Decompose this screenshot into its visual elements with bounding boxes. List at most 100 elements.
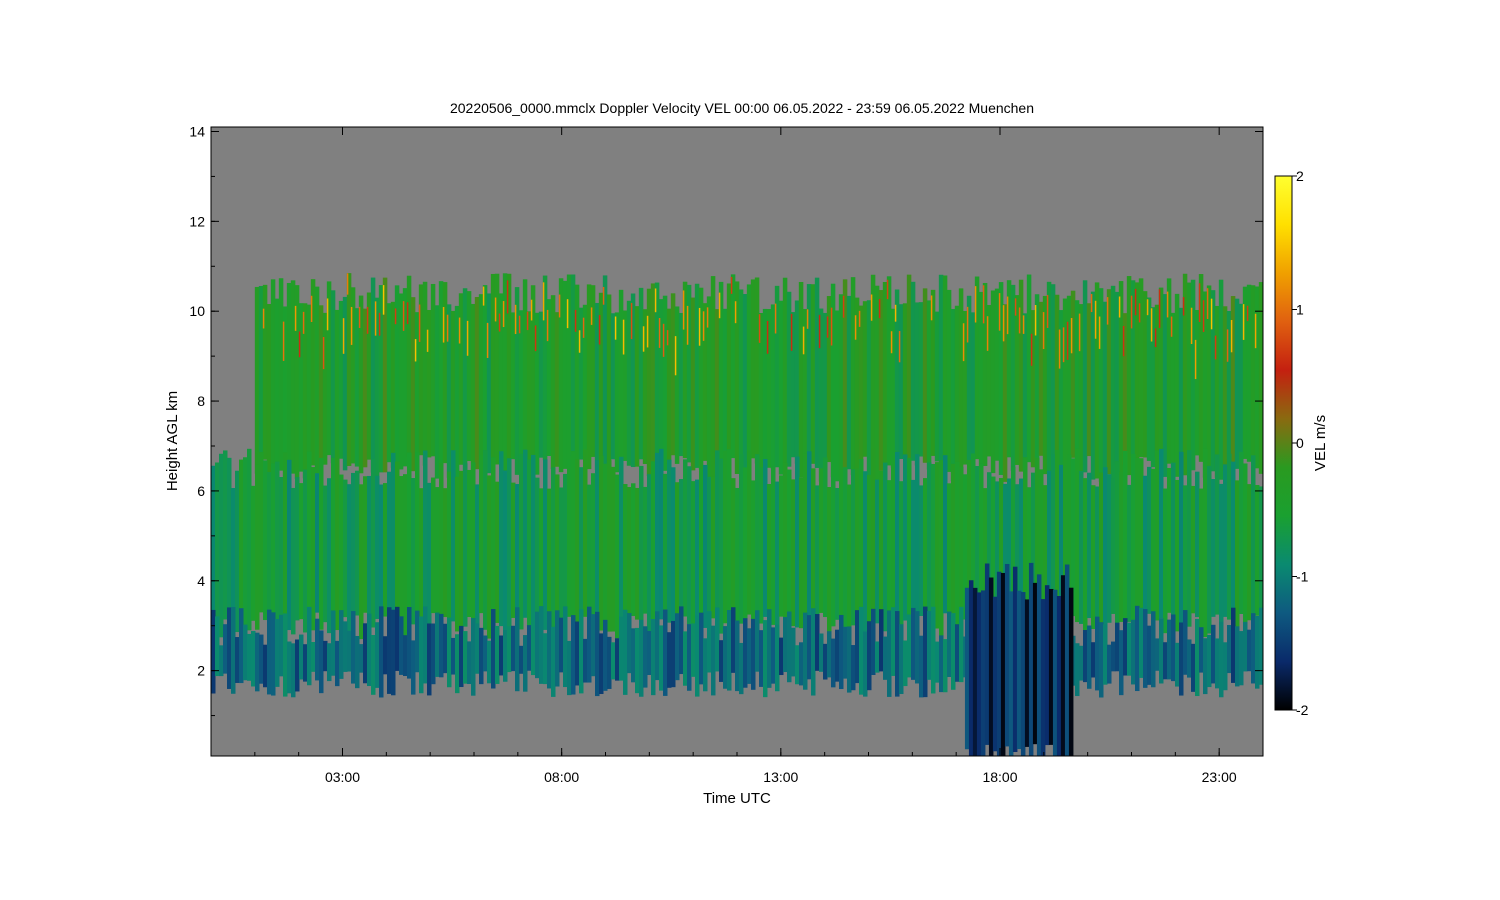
echo-speckle xyxy=(1230,320,1233,353)
echo-column xyxy=(278,278,284,471)
echo-column xyxy=(822,312,828,481)
echo-column xyxy=(379,606,384,698)
echo-column xyxy=(507,626,512,673)
echo-column xyxy=(523,635,528,692)
echo-column xyxy=(1044,585,1050,746)
colorbar-ticks: 2 1 0 -1 -2 xyxy=(1292,168,1309,718)
echo-column xyxy=(343,621,348,672)
echo-column xyxy=(251,485,256,621)
echo-column xyxy=(735,487,740,637)
y-tick-label-1: 4 xyxy=(197,573,205,589)
echo-column xyxy=(1139,607,1144,678)
echo-column xyxy=(351,611,356,684)
echo-column xyxy=(595,460,600,632)
echo-column xyxy=(798,281,804,478)
echo-speckle xyxy=(1214,335,1217,360)
echo-column xyxy=(1016,590,1022,750)
cbar-tick-label-0: 2 xyxy=(1296,168,1304,184)
echo-column xyxy=(710,276,716,481)
echo-column xyxy=(618,289,624,459)
echo-speckle xyxy=(1046,294,1049,328)
echo-speckle xyxy=(486,322,489,358)
echo-column xyxy=(419,616,424,694)
echo-column xyxy=(450,310,456,474)
echo-speckle xyxy=(1138,303,1141,323)
echo-column xyxy=(755,610,760,672)
echo-speckle xyxy=(350,306,353,345)
echo-column xyxy=(1064,564,1070,756)
echo-column xyxy=(347,484,352,635)
echo-column xyxy=(1171,462,1176,636)
echo-speckle xyxy=(614,316,617,340)
echo-speckle xyxy=(642,326,645,352)
echo-column xyxy=(1123,618,1128,676)
echo-column xyxy=(843,467,848,630)
echo-column xyxy=(1151,468,1156,622)
echo-column xyxy=(1070,290,1076,458)
echo-column xyxy=(563,606,568,688)
echo-speckle xyxy=(494,297,497,322)
echo-column xyxy=(911,479,916,616)
echo-speckle xyxy=(1034,305,1037,336)
echo-column xyxy=(586,284,592,470)
echo-column xyxy=(267,609,272,695)
echo-column xyxy=(323,640,328,672)
echo-column xyxy=(874,285,880,482)
echo-column xyxy=(887,480,892,629)
echo-column xyxy=(343,479,348,618)
echo-column xyxy=(298,303,304,472)
echo-speckle xyxy=(878,299,881,319)
echo-column xyxy=(791,479,796,627)
echo-column xyxy=(1155,638,1160,671)
echo-column xyxy=(1187,639,1192,678)
echo-speckle xyxy=(930,295,933,321)
echo-column xyxy=(483,635,488,672)
echo-column xyxy=(911,607,916,680)
echo-speckle xyxy=(1066,321,1069,360)
echo-column xyxy=(219,453,224,638)
echo-speckle xyxy=(1210,298,1213,330)
echo-column xyxy=(1036,574,1042,756)
echo-column xyxy=(227,457,232,627)
echo-column xyxy=(454,305,460,481)
echo-column xyxy=(959,466,964,627)
echo-column xyxy=(1231,607,1236,683)
echo-column xyxy=(823,643,828,680)
echo-column xyxy=(807,615,812,680)
echo-column xyxy=(984,563,990,745)
echo-column xyxy=(503,470,508,632)
echo-column xyxy=(539,606,544,684)
echo-column xyxy=(634,306,640,467)
echo-column xyxy=(1010,284,1016,471)
echo-column xyxy=(910,281,916,461)
echo-column xyxy=(519,645,524,674)
echo-column xyxy=(1154,304,1160,458)
velocity-chart: 20220506_0000.mmclx Doppler Velocity VEL… xyxy=(164,100,1329,807)
echo-column xyxy=(499,451,504,627)
echo-column xyxy=(623,484,628,631)
echo-column xyxy=(898,304,904,459)
echo-column xyxy=(487,640,492,684)
echo-column xyxy=(447,617,452,688)
echo-column xyxy=(1238,303,1244,461)
echo-column xyxy=(346,273,352,466)
echo-column xyxy=(647,474,652,637)
chart-title: 20220506_0000.mmclx Doppler Velocity VEL… xyxy=(450,100,1034,116)
echo-column xyxy=(1174,293,1180,477)
echo-column xyxy=(674,306,680,464)
echo-column xyxy=(723,626,728,689)
echo-speckle xyxy=(898,331,901,363)
echo-column xyxy=(935,462,940,629)
echo-column xyxy=(515,484,520,622)
echo-speckle xyxy=(890,331,893,354)
echo-column xyxy=(834,310,840,482)
echo-speckle xyxy=(346,273,349,295)
echo-column xyxy=(942,275,948,480)
echo-column xyxy=(435,487,440,635)
echo-column xyxy=(1234,298,1240,469)
echo-speckle xyxy=(658,318,661,348)
echo-column xyxy=(562,280,568,469)
echo-column xyxy=(1227,453,1232,620)
echo-column xyxy=(767,484,772,619)
echo-column xyxy=(1075,643,1080,697)
